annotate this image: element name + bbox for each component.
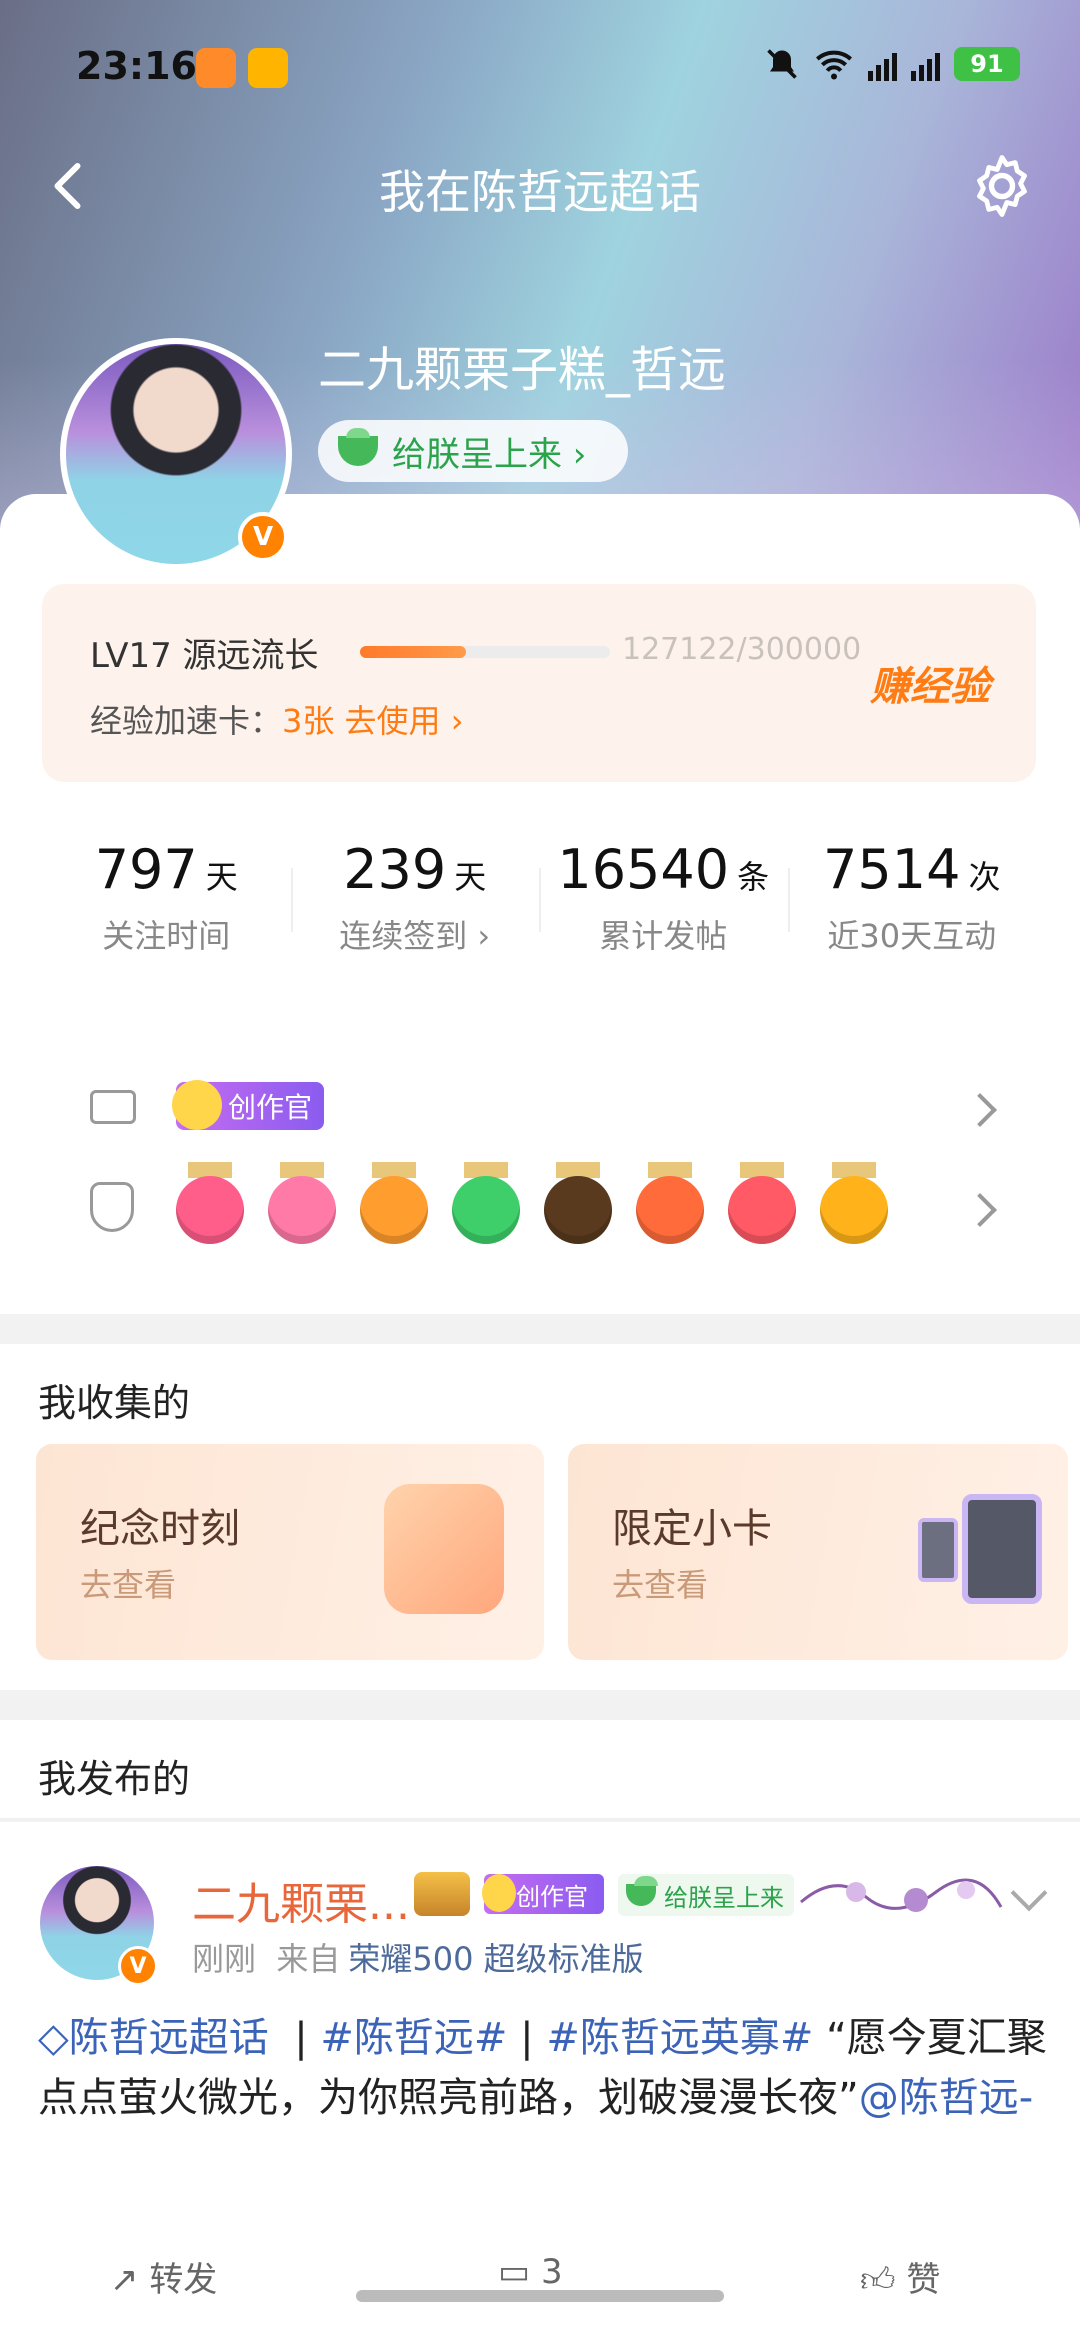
section-title: 我收集的 [38,1381,191,1425]
level-label: LV17 源远流长 [90,636,319,676]
crown-badge-icon [414,1872,470,1916]
medals-row[interactable] [42,1162,1036,1262]
identity-row[interactable]: 创作官 [42,1080,1036,1152]
section-divider [0,1314,1080,1344]
stat-label: 累计发帖 [599,917,728,955]
page-title: 我在陈哲远超话 [379,165,701,219]
signal-icon [868,47,897,81]
creator-badge: 创作官 [482,1874,604,1914]
status-bar: 23:16 91 [0,40,1080,100]
stat-interactions: 7514 次 近30天互动 [787,808,1037,968]
status-time: 23:16 [76,44,197,88]
mention-link[interactable]: @陈哲远- [859,2075,1033,2121]
repost-icon: ↗ [110,2260,139,2300]
stat-value: 16540 条 [557,838,770,901]
home-indicator[interactable] [356,2290,724,2302]
stat-follow-days: 797 天 关注时间 [42,808,291,968]
medal-icon-2 [268,1162,336,1248]
stat-value: 797 天 [94,838,238,901]
page: 23:16 91 我在陈哲远超话 V 二九颗栗子糕_哲远 给朕呈上来 › LV1… [0,0,1080,2337]
app-notification-icon [196,48,236,88]
post-item[interactable]: V 二九颗栗... 创作官 给朕呈上来 刚刚 来自 荣耀500 超级标准版 ◇陈哲… [0,1822,1080,2337]
chevron-down-icon[interactable] [1010,1874,1048,1912]
repost-button[interactable]: ↗ 转发 [110,2252,217,2301]
topic-link[interactable]: ◇陈哲远超话 [38,2015,269,2061]
card-link: 去查看 [80,1566,177,1604]
stats-row: 797 天 关注时间 239 天 连续签到 › 16540 条 累计发帖 7514 次 … [42,808,1036,968]
photo-card-thumb [962,1494,1042,1604]
id-card-icon [90,1090,136,1124]
medal-icon-6 [636,1162,704,1248]
accelerator-link[interactable]: 3张 去使用 › [282,702,464,740]
accelerator-label: 经验加速卡： [90,702,283,740]
card-title: 限定小卡 [612,1506,772,1552]
photo-card-thumb [918,1518,958,1582]
nav-bar: 我在陈哲远超话 [0,150,1080,240]
card-link: 去查看 [612,1566,709,1604]
profile-card: LV17 源远流长 127122/300000 赚经验 经验加速卡：3张 去使用… [0,494,1080,1314]
medal-icon-4 [452,1162,520,1248]
level-progress-bar [360,646,610,658]
post-text: ◇陈哲远超话 | #陈哲远# | #陈哲远英寡# “愿今夏汇聚点点萤火微光，为你… [38,2015,1047,2121]
bowl-icon [626,1876,658,1906]
verified-badge: V [118,1946,158,1986]
medal-icon-5 [544,1162,612,1248]
comment-button[interactable]: ▭ 3 [498,2252,563,2292]
verified-badge: V [238,512,288,562]
medal-icon-1 [176,1162,244,1248]
comment-icon: ▭ [498,2252,531,2292]
section-title: 我发布的 [38,1757,191,1801]
stat-label: 近30天互动 [827,917,997,955]
posts-header: 我发布的 [0,1720,1080,1820]
wifi-icon [816,50,852,80]
chevron-right-icon [963,1093,997,1127]
mute-bell-icon [767,49,797,79]
medal-icon-3 [360,1162,428,1248]
title-tag-label: 给朕呈上来 › [392,434,587,475]
title-tag: 给朕呈上来 [618,1874,794,1916]
title-tag-pill[interactable]: 给朕呈上来 › [318,420,628,482]
post-source: 荣耀500 超级标准版 [348,1940,644,1978]
decoration-flowers-icon [800,1878,1003,1912]
like-icon: 👍︎ [860,2260,896,2300]
gear-icon[interactable] [966,150,1038,222]
calendar-heart-icon [384,1484,504,1614]
earn-exp-button[interactable]: 赚经验 [870,654,990,712]
chevron-right-icon [963,1193,997,1227]
post-author[interactable]: 二九颗栗... [192,1868,410,1932]
stat-posts: 16540 条 累计发帖 [539,808,788,968]
title-tag-label: 给朕呈上来 [664,1883,784,1912]
stat-checkin-days[interactable]: 239 天 连续签到 › [290,808,540,968]
battery-indicator: 91 [954,47,1020,81]
weibo-notification-icon [248,48,288,88]
stat-label: 关注时间 [102,917,231,955]
medal-list [176,1162,888,1248]
accelerator-row: 经验加速卡：3张 去使用 › [90,696,464,742]
stat-value: 239 天 [343,838,487,901]
signal-icon-2 [911,47,940,81]
level-progress-fill [360,646,466,658]
medal-icon-7 [728,1162,796,1248]
medal-outline-icon [90,1182,134,1232]
limited-card[interactable]: 限定小卡 去查看 [568,1444,1068,1660]
post-actions: ↗ 转发 ▭ 3 👍︎ 赞 [0,2252,1080,2300]
topic-link[interactable]: #陈哲远# [320,2015,507,2061]
level-progress-text: 127122/300000 [622,632,862,667]
section-divider [0,1690,1080,1720]
card-title: 纪念时刻 [80,1506,240,1552]
level-box: LV17 源远流长 127122/300000 赚经验 经验加速卡：3张 去使用… [42,584,1036,782]
creator-badge: 创作官 [172,1080,324,1130]
commemorative-card[interactable]: 纪念时刻 去查看 [36,1444,544,1660]
stat-label: 连续签到 › [339,917,491,955]
badge-box: 创作官 [42,1040,1036,1280]
status-icons: 91 [764,46,1020,82]
post-meta: 刚刚 来自 荣耀500 超级标准版 [192,1940,644,1978]
stat-value: 7514 次 [823,838,1001,901]
topic-link[interactable]: #陈哲远英寡# [546,2015,813,2061]
nickname: 二九颗栗子糕_哲远 [318,342,727,398]
bowl-icon [338,428,378,466]
like-button[interactable]: 👍︎ 赞 [860,2252,940,2301]
collections-section: 我收集的 纪念时刻 去查看 限定小卡 去查看 [0,1344,1080,1690]
medal-icon-8 [820,1162,888,1248]
